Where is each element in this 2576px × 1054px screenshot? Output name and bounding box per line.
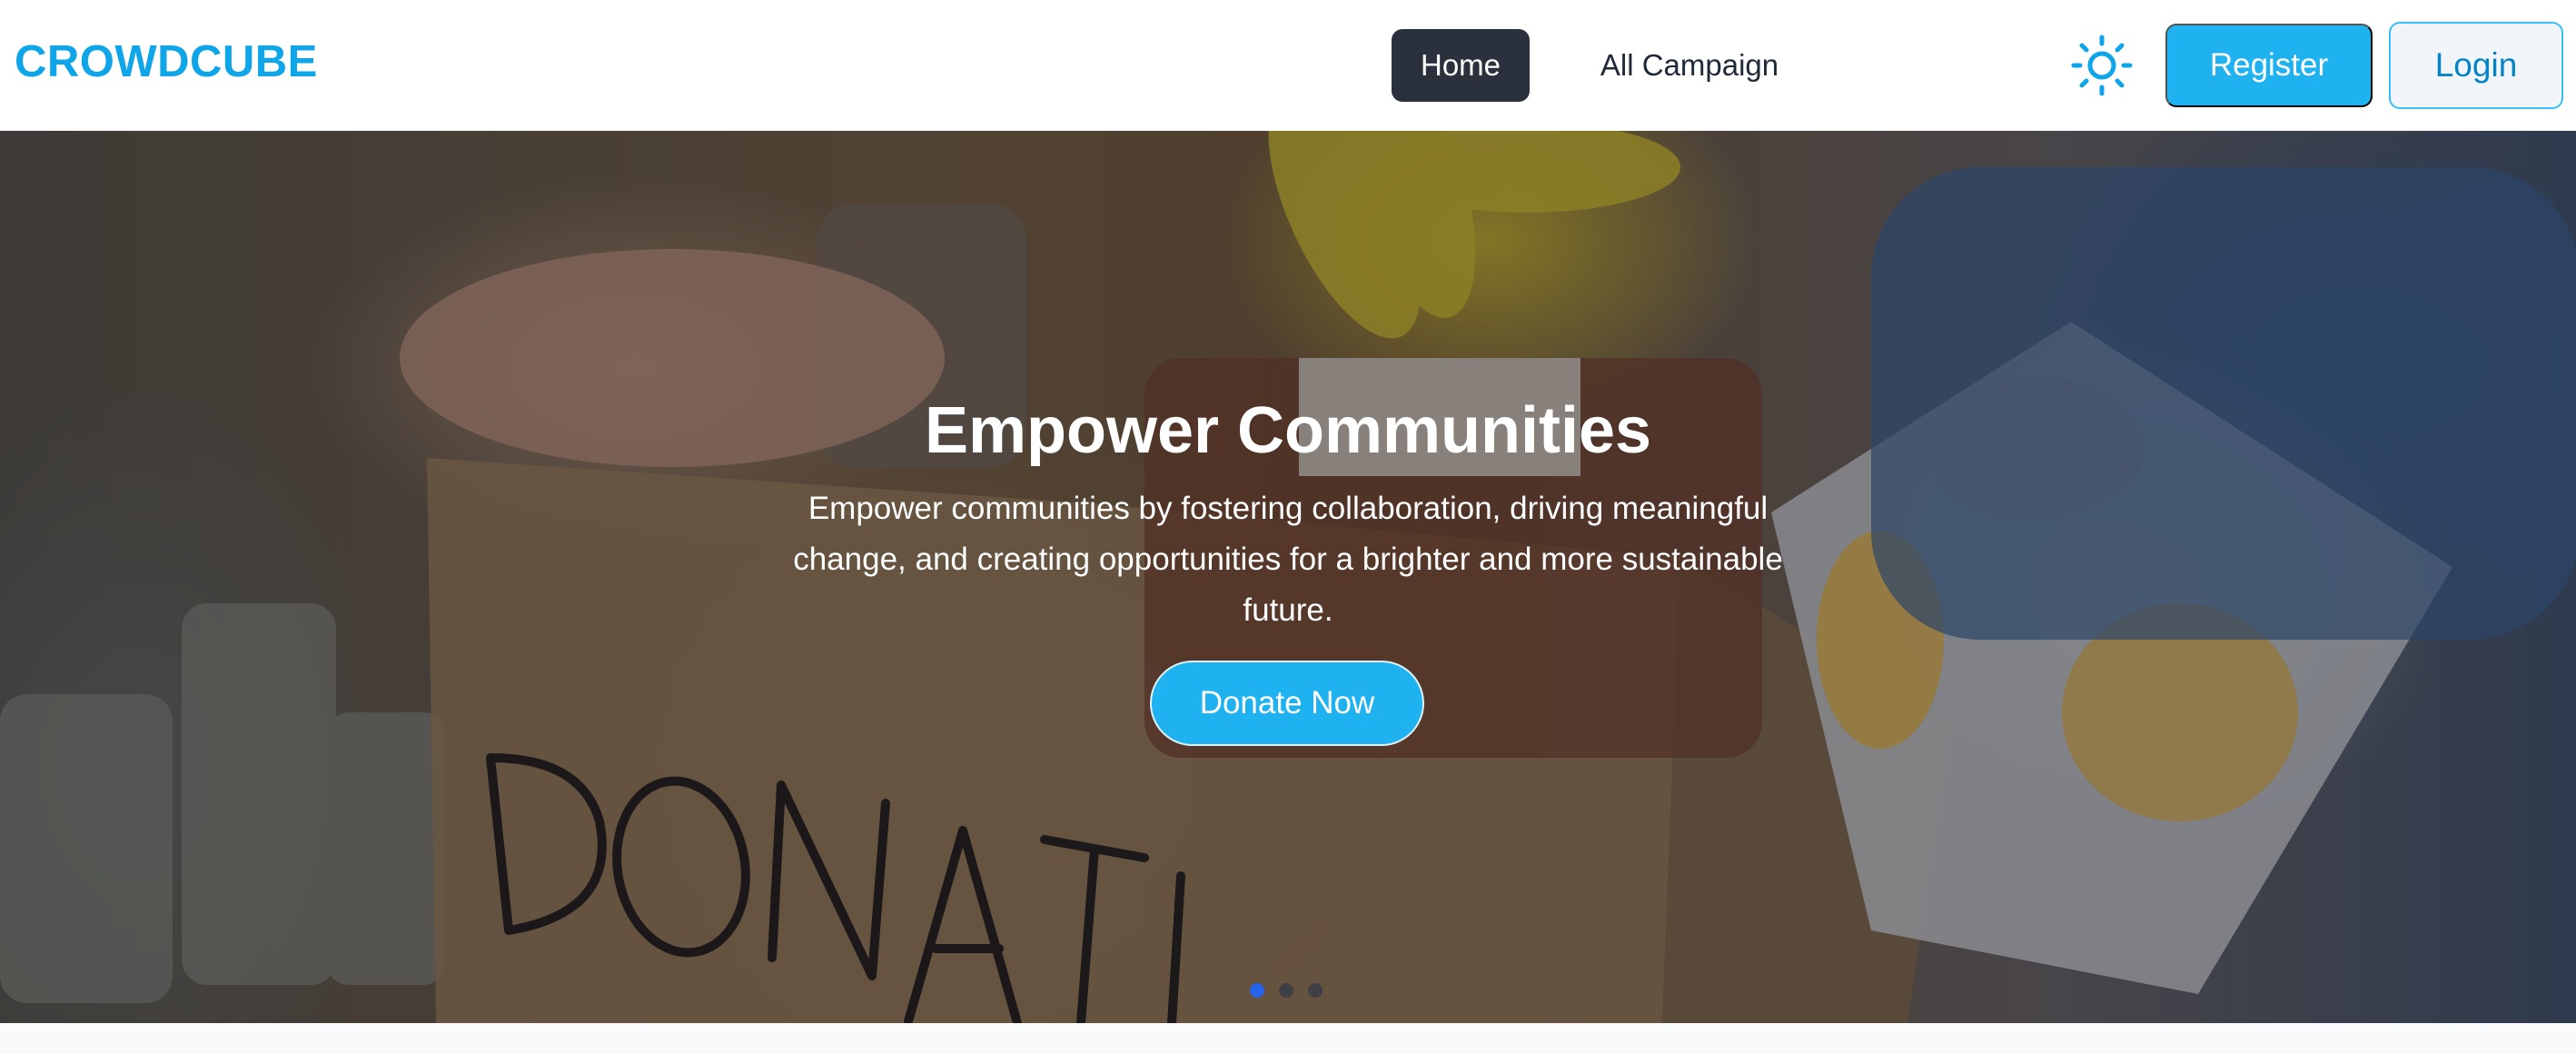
carousel-indicators xyxy=(1250,983,1323,998)
hero-carousel: Empower Communities Empower communities … xyxy=(0,131,2576,1023)
carousel-dot-2[interactable] xyxy=(1279,983,1293,998)
hero-title: Empower Communities xyxy=(924,394,1652,467)
hero-content: Empower Communities Empower communities … xyxy=(743,391,1833,636)
donate-now-button[interactable]: Donate Now xyxy=(1150,661,1424,746)
carousel-dot-1[interactable] xyxy=(1250,983,1264,998)
nav-link-home[interactable]: Home xyxy=(1392,29,1530,102)
sun-icon xyxy=(2071,35,2133,96)
hero-description: Empower communities by fostering collabo… xyxy=(793,491,1783,628)
theme-toggle-button[interactable] xyxy=(2069,33,2135,98)
register-button[interactable]: Register xyxy=(2165,24,2373,107)
login-button[interactable]: Login xyxy=(2389,22,2563,109)
nav-link-all-campaign[interactable]: All Campaign xyxy=(1580,29,1798,102)
navbar: CROWDCUBE Home All Campaign Register Log… xyxy=(0,0,2576,131)
carousel-dot-3[interactable] xyxy=(1308,983,1323,998)
brand-logo[interactable]: CROWDCUBE xyxy=(15,36,318,87)
